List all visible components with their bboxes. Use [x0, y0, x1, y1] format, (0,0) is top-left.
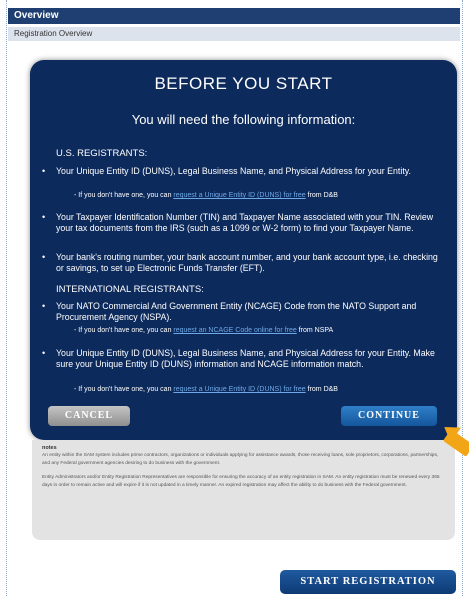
request-ncage-link[interactable]: request an NCAGE Code online for free — [173, 327, 296, 334]
before-you-start-modal: BEFORE YOU START You will need the follo… — [30, 60, 457, 440]
list-item: • Your bank's routing number, your bank … — [42, 252, 442, 274]
continue-button[interactable]: CONTINUE — [341, 406, 437, 426]
sub-prefix: - If you don't have one, you can — [74, 327, 174, 334]
item-sub-line: - If you don't have one, you can request… — [74, 385, 434, 395]
notes-paragraph: Entity Administrators and/or Entity Regi… — [42, 475, 440, 488]
sub-suffix: from NSPA — [296, 327, 334, 334]
notes-panel: notes An entity within the SAM system in… — [32, 440, 455, 540]
list-item: • Your Taxpayer Identification Number (T… — [42, 212, 442, 234]
bullet-icon: • — [42, 348, 46, 358]
international-registrants-label: INTERNATIONAL REGISTRANTS: — [56, 284, 204, 295]
item-text: Your Taxpayer Identification Number (TIN… — [56, 212, 434, 233]
item-sub-line: - If you don't have one, you can request… — [74, 191, 434, 201]
modal-title: BEFORE YOU START — [154, 74, 333, 93]
bullet-icon: • — [42, 166, 46, 176]
item-text: Your NATO Commercial And Government Enti… — [56, 301, 417, 322]
start-registration-button[interactable]: START REGISTRATION — [280, 570, 456, 594]
cancel-button[interactable]: CANCEL — [48, 406, 130, 426]
modal-subtitle: You will need the following information: — [131, 112, 356, 127]
us-registrants-label: U.S. REGISTRANTS: — [56, 148, 148, 159]
sub-suffix: from D&B — [305, 192, 338, 199]
list-item: • Your Unique Entity ID (DUNS), Legal Bu… — [42, 348, 442, 370]
sub-prefix: - If you don't have one, you can — [74, 386, 174, 393]
item-text: Your bank's routing number, your bank ac… — [56, 252, 438, 273]
registration-overview-subheader: Registration Overview — [8, 27, 460, 41]
notes-paragraph: An entity within the SAM system includes… — [42, 453, 439, 466]
sub-prefix: - If you don't have one, you can — [74, 192, 174, 199]
request-duns-link-intl[interactable]: request a Unique Entity ID (DUNS) for fr… — [173, 386, 305, 393]
sub-suffix: from D&B — [305, 386, 338, 393]
item-text: Your Unique Entity ID (DUNS), Legal Busi… — [56, 348, 435, 369]
overview-header: Overview — [8, 8, 460, 24]
item-text: Your Unique Entity ID (DUNS), Legal Busi… — [56, 166, 411, 176]
item-sub-line: - If you don't have one, you can request… — [74, 326, 434, 336]
notes-title: notes — [42, 445, 57, 451]
bullet-icon: • — [42, 301, 46, 311]
request-duns-link[interactable]: request a Unique Entity ID (DUNS) for fr… — [173, 192, 305, 199]
list-item: • Your NATO Commercial And Government En… — [42, 301, 442, 323]
list-item: • Your Unique Entity ID (DUNS), Legal Bu… — [42, 166, 442, 177]
bullet-icon: • — [42, 252, 46, 262]
bullet-icon: • — [42, 212, 46, 222]
